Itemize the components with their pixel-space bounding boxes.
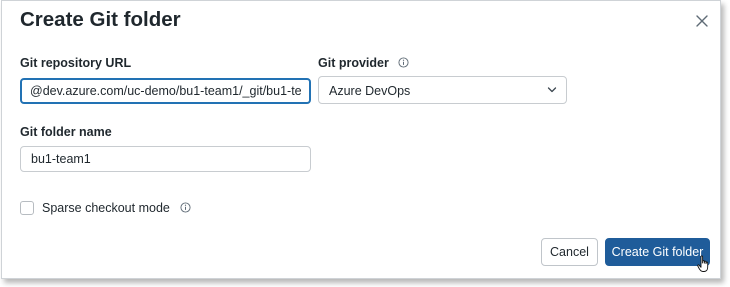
sparse-checkout-checkbox[interactable] [20, 201, 34, 215]
info-icon[interactable] [180, 202, 191, 213]
hand-pointer-icon [697, 255, 709, 272]
provider-label: Git provider [318, 56, 389, 70]
sparse-checkout-label-group: Sparse checkout mode [42, 201, 191, 216]
repo-url-label: Git repository URL [20, 56, 132, 70]
provider-select[interactable]: Azure DevOps [318, 76, 567, 104]
create-git-folder-dialog: Create Git folder Git repository URL Git… [1, 0, 721, 279]
cancel-button[interactable]: Cancel [541, 238, 598, 266]
provider-label-group: Git provider [318, 55, 409, 71]
close-icon[interactable] [694, 13, 710, 29]
dialog-title: Create Git folder [20, 8, 181, 31]
folder-name-input[interactable] [20, 146, 311, 172]
repo-url-input[interactable] [20, 78, 311, 104]
chevron-down-icon [547, 87, 557, 93]
info-icon[interactable] [398, 57, 409, 68]
provider-selected-value: Azure DevOps [329, 84, 411, 98]
create-git-folder-button[interactable]: Create Git folder [605, 238, 710, 266]
sparse-checkout-label: Sparse checkout mode [42, 201, 170, 215]
folder-name-label: Git folder name [20, 125, 112, 139]
